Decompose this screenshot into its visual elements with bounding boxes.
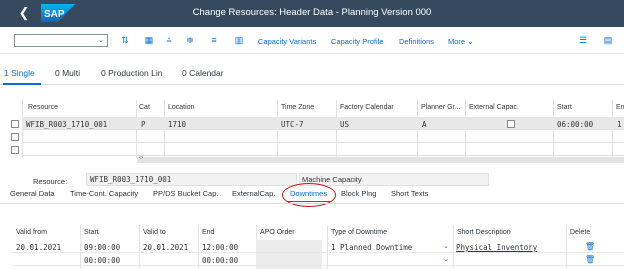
definitions-button[interactable]: Definitions: [399, 37, 434, 46]
col-header-cat[interactable]: Cat: [139, 104, 150, 111]
tab-ppds-bucket-cap[interactable]: PP/DS Bucket Cap.: [153, 189, 218, 198]
col-header-valid-to[interactable]: Valid to: [143, 229, 166, 236]
cell-type-of-downtime[interactable]: 1 Planned Downtime: [331, 243, 412, 252]
cell-end[interactable]: 00:00:00: [202, 256, 238, 265]
cell-location[interactable]: 1710: [168, 120, 186, 129]
cell-end[interactable]: 1: [617, 120, 622, 129]
col-header-start[interactable]: Start: [84, 229, 99, 236]
cell-resource[interactable]: WFIB_R003_1710_001: [26, 120, 107, 129]
delete-icon[interactable]: 🗑: [585, 242, 595, 252]
col-header-start[interactable]: Start: [557, 104, 572, 111]
chevron-down-icon[interactable]: ⌄: [443, 255, 449, 263]
page-title: Change Resources: Header Data - Planning…: [192, 7, 432, 18]
tab-short-texts[interactable]: Short Texts: [391, 189, 428, 198]
cell-start[interactable]: 00:00:00: [84, 256, 120, 265]
col-header-resource[interactable]: Resource: [28, 104, 58, 111]
cell-valid-from[interactable]: 20.01.2021: [16, 243, 61, 252]
resource-label: Resource:: [33, 177, 68, 186]
row-select-checkbox[interactable]: [11, 133, 19, 141]
cell-valid-to[interactable]: 20.01.2021: [143, 243, 188, 252]
align-top-icon[interactable]: ⩮: [163, 34, 175, 46]
col-header-type-of-downtime[interactable]: Type of Downtime: [331, 229, 387, 236]
delete-icon[interactable]: 🗑: [585, 255, 595, 265]
col-header-end[interactable]: En: [616, 104, 624, 111]
resource-field: WFIB_R003_1710_001: [86, 173, 297, 186]
col-header-end[interactable]: End: [202, 229, 214, 236]
horizontal-scrollbar[interactable]: ‹›: [137, 155, 624, 163]
cell-planner-group[interactable]: A: [422, 120, 427, 129]
col-header-time-zone[interactable]: Time Zone: [281, 104, 314, 111]
col-header-location[interactable]: Location: [168, 104, 194, 111]
cell-time-zone[interactable]: UTC-7: [281, 120, 304, 129]
tab-calendar[interactable]: 0 Calendar: [182, 68, 224, 78]
col-header-planner-group[interactable]: Planner Gr...: [421, 104, 460, 111]
settings-list-icon[interactable]: ☰: [577, 34, 589, 46]
cell-start[interactable]: 06:00:00: [557, 120, 593, 129]
table-row[interactable]: [22, 130, 624, 143]
shell-bar: ❮ SAP Change Resources: Header Data - Pl…: [0, 0, 624, 27]
col-header-external-capacity[interactable]: External Capac.: [469, 104, 519, 111]
row-select-checkbox[interactable]: [11, 120, 19, 128]
layout-icon[interactable]: ▤: [602, 34, 614, 46]
tab-production-line[interactable]: 0 Production Lin: [101, 68, 162, 78]
chevron-down-icon[interactable]: ⌄: [98, 36, 104, 44]
col-header-valid-from[interactable]: Valid from: [16, 229, 47, 236]
col-header-factory-calendar[interactable]: Factory Calendar: [340, 104, 394, 111]
capacity-variants-button[interactable]: Capacity Variants: [258, 37, 316, 46]
capacity-profile-button[interactable]: Capacity Profile: [331, 37, 384, 46]
sort-icon[interactable]: ⇅: [119, 34, 131, 46]
more-label: More: [448, 37, 466, 46]
resource-description-field: Machine Capacity: [299, 173, 489, 186]
table-row[interactable]: [22, 117, 624, 130]
col-header-short-description[interactable]: Short Description: [457, 229, 511, 236]
align-middle-icon[interactable]: ≑: [184, 34, 196, 46]
grid-icon[interactable]: ▦: [143, 34, 155, 46]
chevron-down-icon: ⌄: [467, 37, 474, 46]
table-icon[interactable]: ▥: [233, 34, 245, 46]
active-tab-indicator: [3, 83, 41, 85]
col-header-apo-order[interactable]: APO Order: [260, 229, 295, 236]
cell-start[interactable]: 09:00:00: [84, 243, 120, 252]
align-bottom-icon[interactable]: ≡: [208, 34, 220, 46]
scroll-arrows-icon[interactable]: ‹›: [139, 155, 143, 161]
chevron-down-icon[interactable]: ⌄: [443, 242, 449, 250]
tab-general-data[interactable]: General Data: [10, 189, 55, 198]
table-row[interactable]: [22, 143, 624, 156]
tab-time-cont-capacity[interactable]: Time-Cont. Capacity: [70, 189, 138, 198]
tab-external-cap[interactable]: ExternalCap.: [232, 189, 275, 198]
cell-short-description[interactable]: Physical Inventory: [456, 243, 537, 252]
resource-category-tabs: 1 Single 0 Multi 0 Production Lin 0 Cale…: [0, 68, 624, 85]
cell-end[interactable]: 12:00:00: [202, 243, 238, 252]
cell-factory-calendar[interactable]: US: [340, 120, 349, 129]
resource-combo[interactable]: ⌄: [14, 34, 108, 47]
external-capacity-checkbox[interactable]: [507, 120, 515, 128]
more-button[interactable]: More ⌄: [448, 37, 473, 46]
tab-block-plng[interactable]: Block Plng: [341, 189, 376, 198]
tab-single[interactable]: 1 Single: [4, 68, 35, 78]
cell-cat[interactable]: P: [141, 120, 146, 129]
row-select-checkbox[interactable]: [11, 146, 19, 154]
tab-multi[interactable]: 0 Multi: [55, 68, 80, 78]
divider: [0, 203, 624, 204]
col-header-delete[interactable]: Delete: [570, 229, 590, 236]
